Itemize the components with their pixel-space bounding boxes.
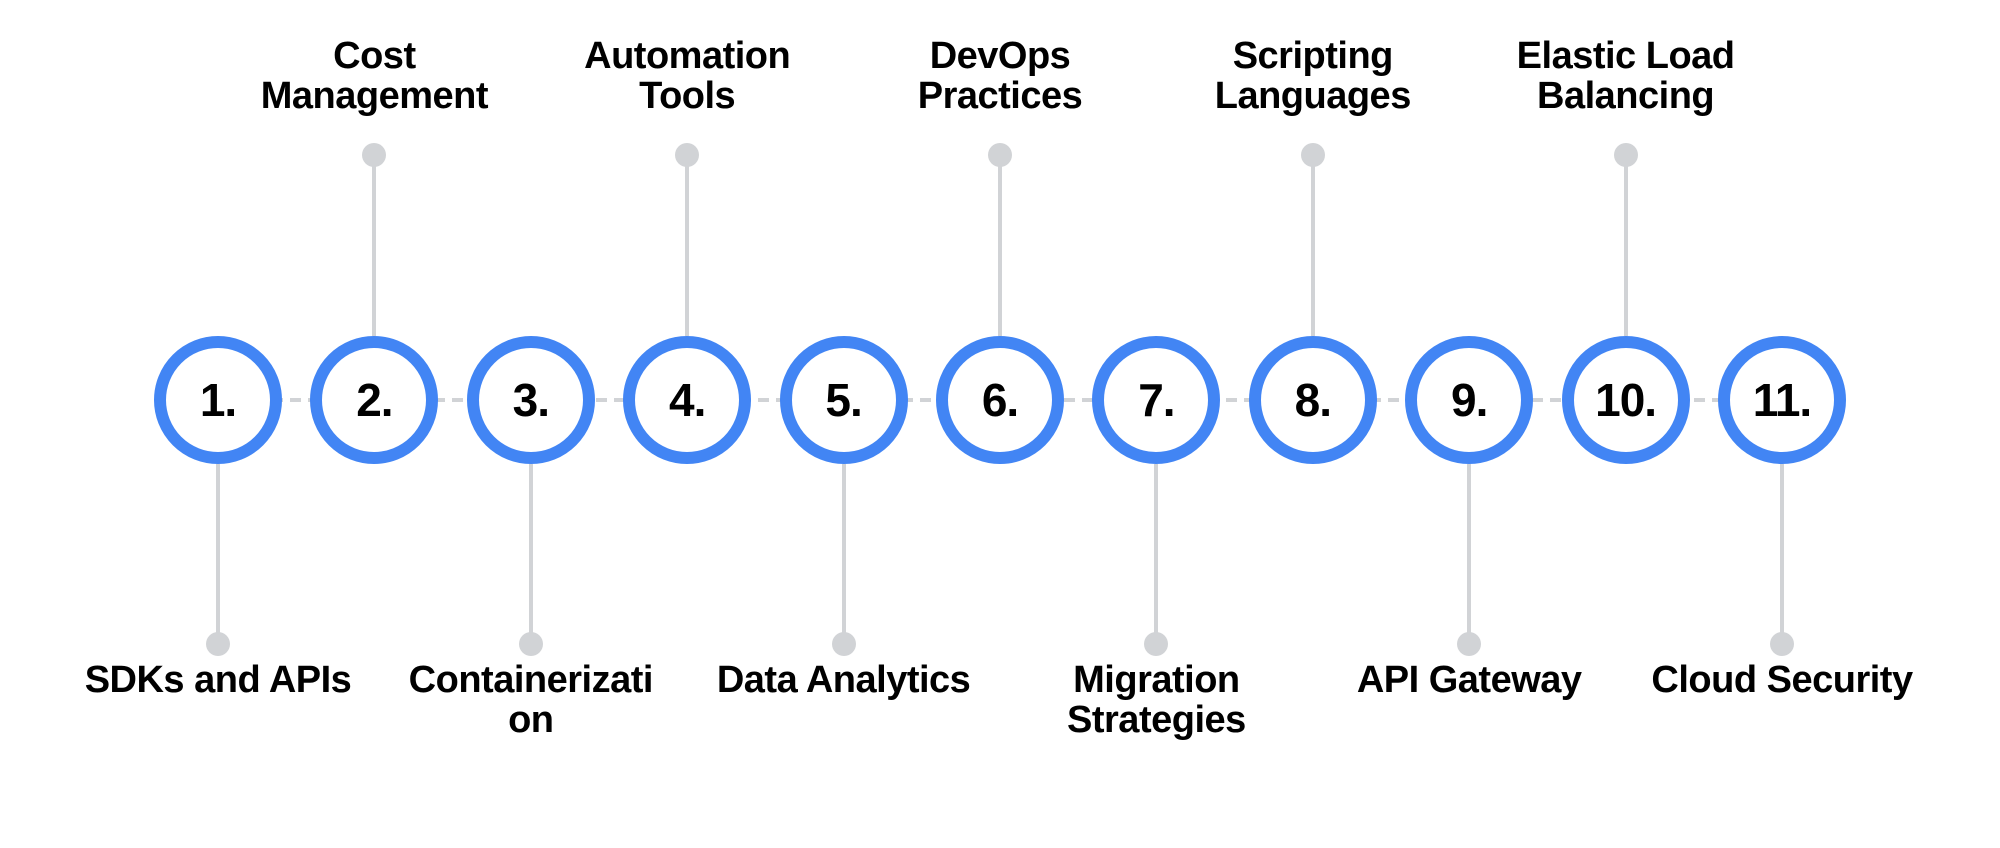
step-connector-dot xyxy=(1770,632,1794,656)
step-label: Cloud Security xyxy=(1622,660,1942,700)
step-number-circle: 4. xyxy=(623,336,752,464)
step-label: Containerizati on xyxy=(371,660,691,740)
step-connector-dot xyxy=(831,632,856,656)
step-label-line: Elastic Load xyxy=(1516,35,1735,77)
step-connector-line xyxy=(1154,464,1159,648)
step-label-line: Languages xyxy=(1214,75,1412,117)
timeline-diagram: 1. SDKs and APIs 2. Cost Management 3. Contain… xyxy=(0,0,2000,848)
step-connector-dot xyxy=(1613,143,1638,167)
step-label-line: Management xyxy=(260,75,489,117)
step-number-circle: 5. xyxy=(779,336,908,464)
step-number-circle: 6. xyxy=(936,336,1064,464)
step-label: Data Analytics xyxy=(684,660,1004,700)
step-label: API Gateway xyxy=(1309,660,1629,700)
step-connector-dot xyxy=(362,143,387,167)
step-connector-dot xyxy=(1457,632,1482,656)
step-connector-line xyxy=(998,152,1002,336)
step-number: 5. xyxy=(825,374,862,426)
step-number-circle: 10. xyxy=(1561,336,1690,464)
step-label: SDKs and APIs xyxy=(58,660,378,700)
step-label-line: on xyxy=(508,699,554,741)
step-number: 10. xyxy=(1595,374,1657,426)
step-label-line: SDKs and APIs xyxy=(84,659,352,701)
step-connector-line xyxy=(528,464,533,648)
step-label-line: Practices xyxy=(917,75,1083,117)
step-number: 7. xyxy=(1138,374,1175,426)
step-connector-dot xyxy=(1144,632,1169,656)
step-label-line: Automation xyxy=(584,35,791,77)
step-connector-dot xyxy=(1300,143,1325,167)
step-label: Migration Strategies xyxy=(996,660,1316,740)
step-number: 1. xyxy=(199,374,237,426)
step-label: Automation Tools xyxy=(527,36,847,116)
step-label-line: Cloud Security xyxy=(1651,659,1913,701)
step-label-line: DevOps xyxy=(929,35,1071,77)
step-label-line: Scripting xyxy=(1232,35,1394,77)
step-number: 3. xyxy=(512,374,550,426)
step-label-line: Balancing xyxy=(1537,75,1715,117)
step-label-line: Migration xyxy=(1073,659,1240,701)
step-label-line: Strategies xyxy=(1067,699,1246,741)
step-number: 2. xyxy=(356,374,393,426)
step-connector-line xyxy=(685,152,690,336)
step-number-circle: 3. xyxy=(466,336,595,464)
step-connector-line xyxy=(372,152,377,336)
step-label: Scripting Languages xyxy=(1153,36,1473,116)
step-number-circle: 9. xyxy=(1405,336,1534,464)
step-label: Cost Management xyxy=(214,36,534,116)
step-connector-line xyxy=(1310,152,1315,336)
step-label: Elastic Load Balancing xyxy=(1466,36,1786,116)
step-connector-line xyxy=(1467,464,1472,648)
step-number-circle: 8. xyxy=(1248,336,1377,464)
step-connector-dot xyxy=(675,143,700,167)
step-label-line: Tools xyxy=(639,75,736,117)
step-connector-line xyxy=(1623,152,1628,336)
step-number-circle: 7. xyxy=(1092,336,1221,464)
step-number: 8. xyxy=(1294,374,1332,426)
step-connector-line xyxy=(841,464,846,648)
step-label-line: API Gateway xyxy=(1356,659,1582,701)
step-number: 9. xyxy=(1451,374,1488,426)
step-connector-dot xyxy=(206,632,230,656)
step-connector-dot xyxy=(518,632,543,656)
step-number: 6. xyxy=(981,374,1019,426)
step-connector-dot xyxy=(988,143,1012,167)
step-number: 4. xyxy=(669,374,706,426)
step-number: 11. xyxy=(1752,374,1812,426)
step-label-line: Cost xyxy=(333,35,416,77)
step-label-line: Data Analytics xyxy=(716,659,971,701)
step-label: DevOps Practices xyxy=(840,36,1160,116)
step-number-circle: 1. xyxy=(154,336,282,464)
step-connector-line xyxy=(1780,464,1784,648)
step-number-circle: 11. xyxy=(1718,336,1846,464)
step-label-line: Containerizati xyxy=(408,659,654,701)
step-connector-line xyxy=(216,464,220,648)
step-number-circle: 2. xyxy=(310,336,439,464)
